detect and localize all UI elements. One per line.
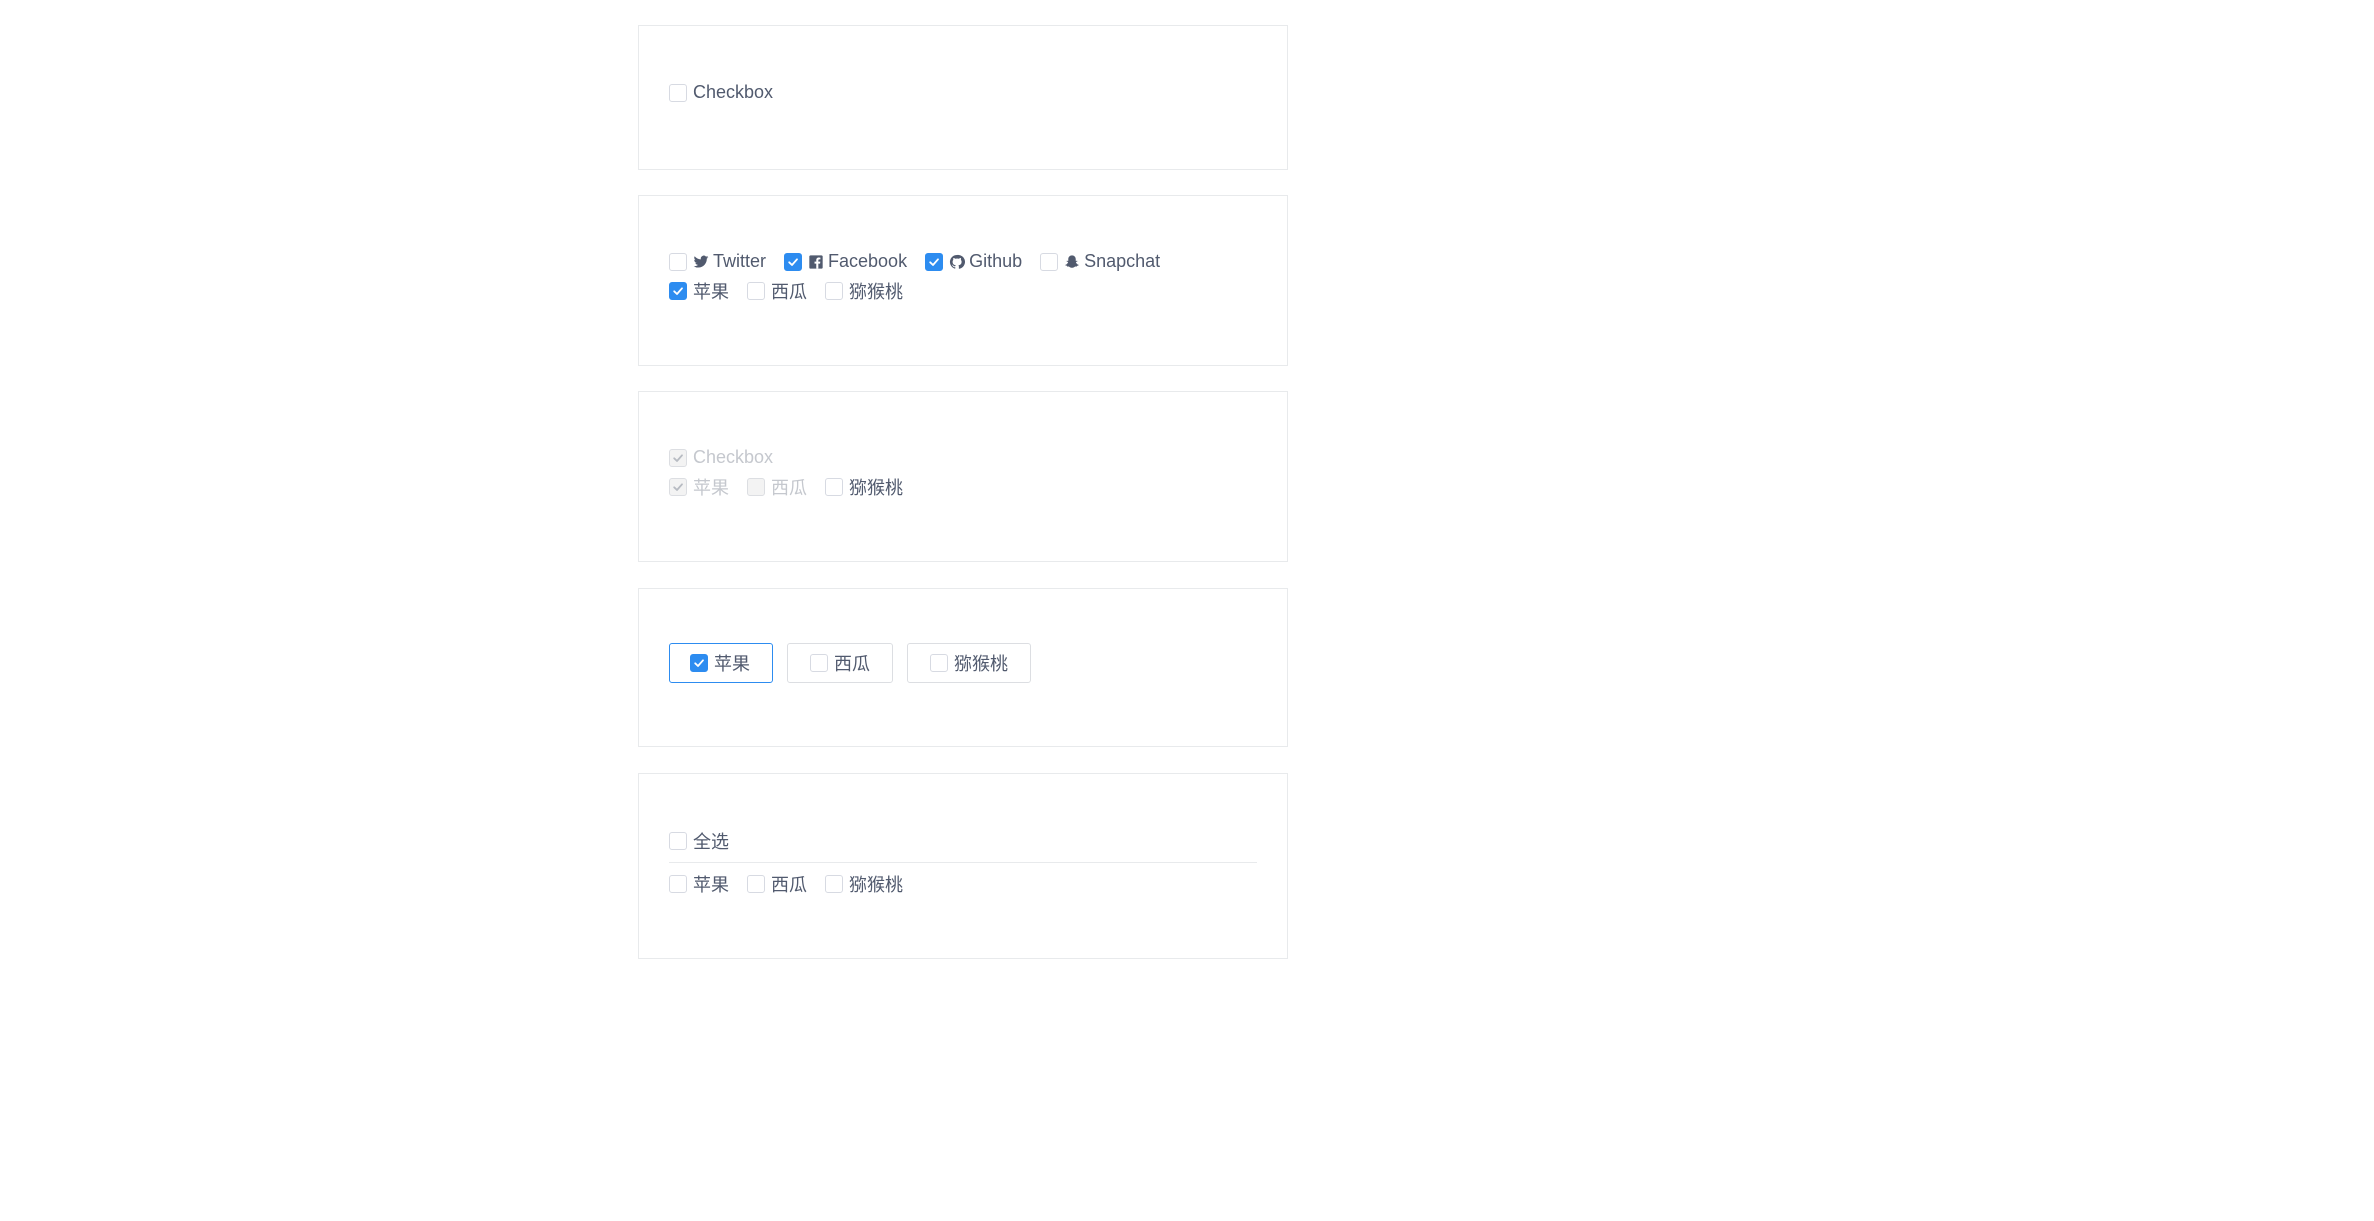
checkbox-label: Checkbox bbox=[693, 82, 774, 102]
check-icon bbox=[788, 257, 798, 266]
checkbox-label: 猕猴桃 bbox=[849, 478, 903, 498]
checkbox-github[interactable]: Github bbox=[925, 251, 1022, 272]
checkbox-watermelon[interactable]: 西瓜 bbox=[747, 871, 807, 897]
checkbox-box-disabled-checked bbox=[669, 478, 687, 496]
checkbox-group-card: Twitter Facebook Github Snapchat 苹果 西瓜 猕… bbox=[638, 195, 1288, 366]
check-all-card: 全选 苹果 西瓜 猕猴桃 bbox=[638, 773, 1288, 959]
checkbox-snapchat[interactable]: Snapchat bbox=[1040, 251, 1160, 272]
checkbox-box[interactable] bbox=[825, 282, 843, 300]
checkbox-watermelon-disabled: 西瓜 bbox=[747, 474, 807, 500]
bordered-checkbox-row: 苹果 西瓜 猕猴桃 bbox=[669, 643, 1045, 683]
checkbox-label: 西瓜 bbox=[771, 875, 807, 895]
checkbox-box[interactable] bbox=[825, 478, 843, 496]
social-checkbox-row: Twitter Facebook Github Snapchat bbox=[669, 251, 1178, 272]
divider bbox=[669, 862, 1257, 863]
check-icon bbox=[694, 659, 704, 667]
checkbox-box-disabled-checked bbox=[669, 448, 687, 467]
fruit-checkbox-row: 苹果 西瓜 猕猴桃 bbox=[669, 278, 921, 304]
checkbox-box[interactable] bbox=[810, 654, 828, 672]
checkbox-label: 西瓜 bbox=[834, 654, 870, 674]
checkbox-row: Checkbox bbox=[669, 82, 791, 103]
checkbox-apple[interactable]: 苹果 bbox=[669, 871, 729, 897]
checkbox-box[interactable] bbox=[930, 654, 948, 672]
checkbox-box[interactable] bbox=[669, 875, 687, 893]
checkbox-kiwi[interactable]: 猕猴桃 bbox=[825, 474, 903, 500]
checkbox-label: 苹果 bbox=[693, 282, 729, 302]
checkbox-label: 全选 bbox=[693, 832, 729, 852]
checkbox-twitter[interactable]: Twitter bbox=[669, 251, 766, 272]
checkbox-box[interactable] bbox=[1040, 252, 1059, 271]
checkbox-box[interactable] bbox=[747, 875, 765, 893]
checkbox-label: Checkbox bbox=[693, 447, 774, 467]
checkbox-label: 猕猴桃 bbox=[954, 654, 1008, 674]
checkbox-box-checked[interactable] bbox=[784, 252, 803, 271]
checkbox-label: 苹果 bbox=[714, 654, 750, 674]
facebook-icon bbox=[808, 254, 824, 270]
check-icon bbox=[929, 257, 939, 266]
checkbox-disabled-single: Checkbox bbox=[669, 447, 773, 468]
checkbox-box[interactable] bbox=[669, 83, 687, 102]
checkbox-facebook[interactable]: Facebook bbox=[784, 251, 907, 272]
github-icon bbox=[949, 254, 966, 270]
checkbox-box[interactable] bbox=[747, 282, 765, 300]
checkbox-label: 猕猴桃 bbox=[849, 875, 903, 895]
check-all-row: 全选 bbox=[669, 828, 747, 854]
bordered-checkbox-kiwi[interactable]: 猕猴桃 bbox=[907, 643, 1031, 683]
checkbox-watermelon[interactable]: 西瓜 bbox=[747, 278, 807, 304]
disabled-checkbox-card: Checkbox 苹果 西瓜 猕猴桃 bbox=[638, 391, 1288, 562]
checkbox-label: 西瓜 bbox=[771, 478, 807, 498]
bordered-checkbox-card: 苹果 西瓜 猕猴桃 bbox=[638, 588, 1288, 747]
checkbox-box-checked[interactable] bbox=[669, 282, 687, 300]
checkbox-box-checked[interactable] bbox=[690, 654, 708, 672]
checkbox-kiwi[interactable]: 猕猴桃 bbox=[825, 871, 903, 897]
checkbox-kiwi[interactable]: 猕猴桃 bbox=[825, 278, 903, 304]
disabled-single-row: Checkbox bbox=[669, 447, 791, 468]
checkbox-check-all[interactable]: 全选 bbox=[669, 828, 729, 854]
checkbox-box-disabled bbox=[747, 478, 765, 496]
basic-checkbox-card: Checkbox bbox=[638, 25, 1288, 170]
bordered-checkbox-watermelon[interactable]: 西瓜 bbox=[787, 643, 893, 683]
checkbox-label: 苹果 bbox=[693, 875, 729, 895]
bordered-checkbox-apple[interactable]: 苹果 bbox=[669, 643, 773, 683]
disabled-group-row: 苹果 西瓜 猕猴桃 bbox=[669, 474, 921, 500]
checkbox-label: Snapchat bbox=[1084, 251, 1161, 271]
checkbox-label: 猕猴桃 bbox=[849, 282, 903, 302]
checkbox-label: 西瓜 bbox=[771, 282, 807, 302]
checkbox-box-checked[interactable] bbox=[925, 252, 944, 271]
checkbox-single[interactable]: Checkbox bbox=[669, 82, 773, 103]
checkbox-box[interactable] bbox=[825, 875, 843, 893]
checkbox-apple-disabled: 苹果 bbox=[669, 474, 729, 500]
checkbox-label: Facebook bbox=[828, 251, 908, 271]
twitter-icon bbox=[693, 254, 709, 270]
snapchat-icon bbox=[1064, 254, 1080, 270]
checkbox-label: Github bbox=[969, 251, 1023, 271]
checkbox-label: Twitter bbox=[713, 251, 767, 271]
checkbox-label: 苹果 bbox=[693, 478, 729, 498]
checkbox-box[interactable] bbox=[669, 252, 687, 271]
check-icon bbox=[673, 453, 683, 462]
check-icon bbox=[673, 483, 683, 491]
checkbox-apple[interactable]: 苹果 bbox=[669, 278, 729, 304]
check-icon bbox=[673, 287, 683, 295]
checkbox-box[interactable] bbox=[669, 832, 687, 850]
check-all-group-row: 苹果 西瓜 猕猴桃 bbox=[669, 871, 921, 897]
